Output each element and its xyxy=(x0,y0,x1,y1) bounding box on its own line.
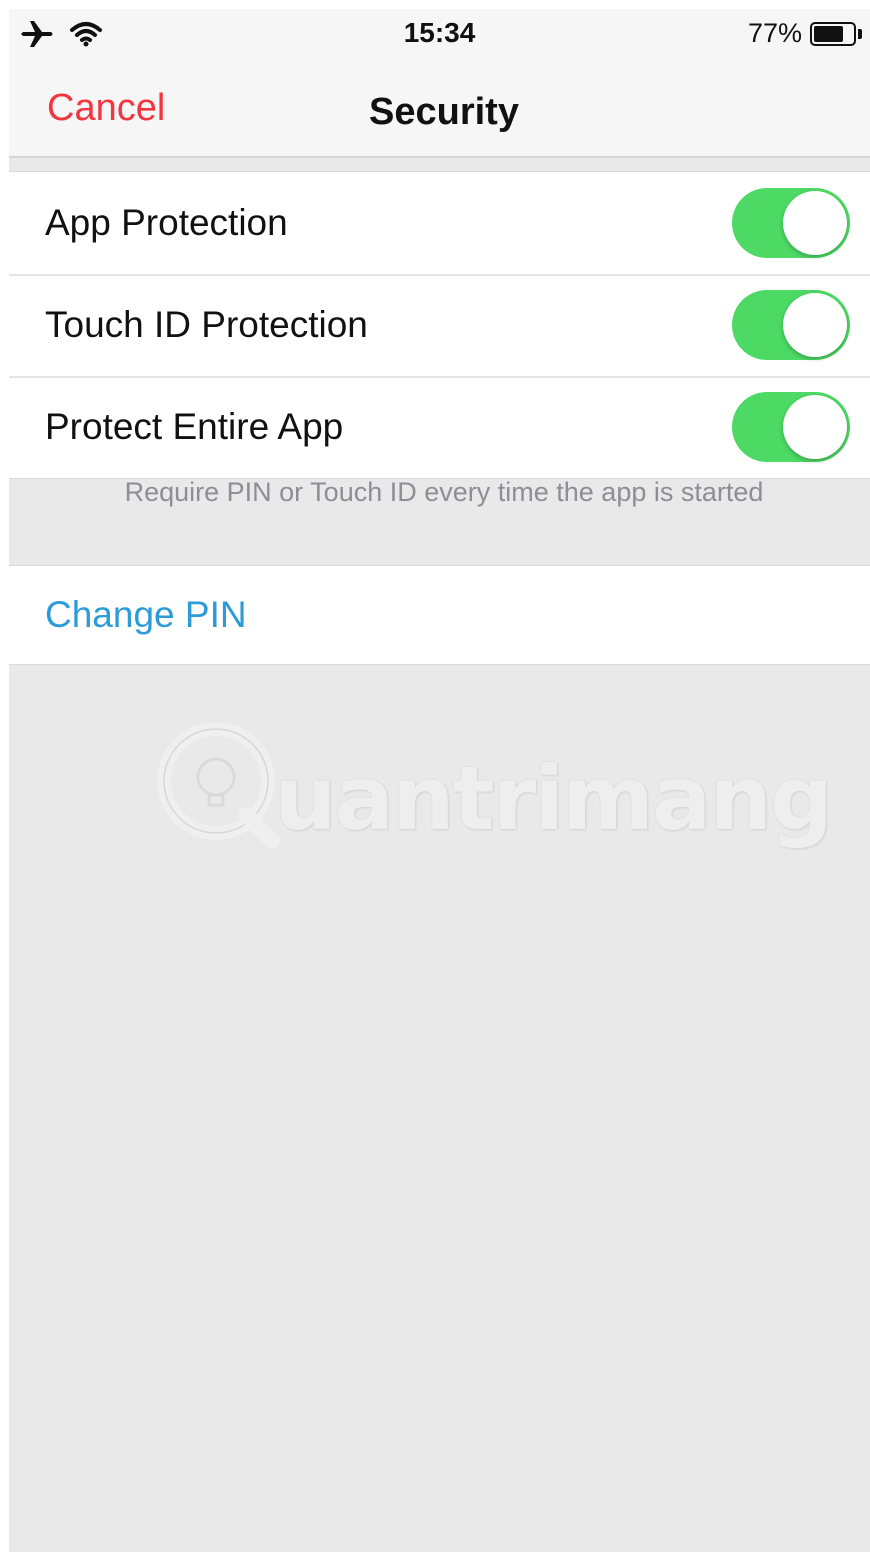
row-label: App Protection xyxy=(45,202,288,243)
row-label: Touch ID Protection xyxy=(45,304,368,345)
navigation-bar: Cancel Security xyxy=(9,61,870,158)
settings-row-touch-id-protection: Touch ID Protection xyxy=(9,274,870,376)
settings-row-app-protection: App Protection xyxy=(9,172,870,274)
app-screen: 15:34 77% Cancel Security App Protection… xyxy=(9,9,870,1552)
watermark: uantrimang xyxy=(154,719,833,850)
battery-cap xyxy=(858,28,862,39)
watermark-logo-icon xyxy=(157,722,280,849)
toggle-knob xyxy=(783,395,847,459)
touch-id-protection-toggle[interactable] xyxy=(732,290,850,360)
toggle-knob xyxy=(783,191,847,255)
battery-fill xyxy=(814,25,843,42)
toggle-knob xyxy=(783,293,847,357)
protection-footer-note: Require PIN or Touch ID every time the a… xyxy=(124,477,764,507)
protect-entire-app-toggle[interactable] xyxy=(732,392,850,462)
watermark-text: uantrimang xyxy=(274,747,833,850)
status-bar: 15:34 77% xyxy=(9,9,870,61)
status-time: 15:34 xyxy=(403,17,476,48)
app-protection-toggle[interactable] xyxy=(732,188,850,258)
protection-settings-group: App Protection Touch ID Protection Prote… xyxy=(9,171,870,479)
status-right: 77% xyxy=(748,18,862,49)
row-label: Protect Entire App xyxy=(45,406,344,447)
battery-icon xyxy=(810,21,856,46)
settings-row-protect-entire-app: Protect Entire App xyxy=(9,376,870,478)
battery-percent: 77% xyxy=(747,18,802,48)
pin-settings-group: Change PIN xyxy=(9,565,870,665)
change-pin-button[interactable]: Change PIN xyxy=(45,594,247,636)
page-title: Security xyxy=(369,91,519,133)
